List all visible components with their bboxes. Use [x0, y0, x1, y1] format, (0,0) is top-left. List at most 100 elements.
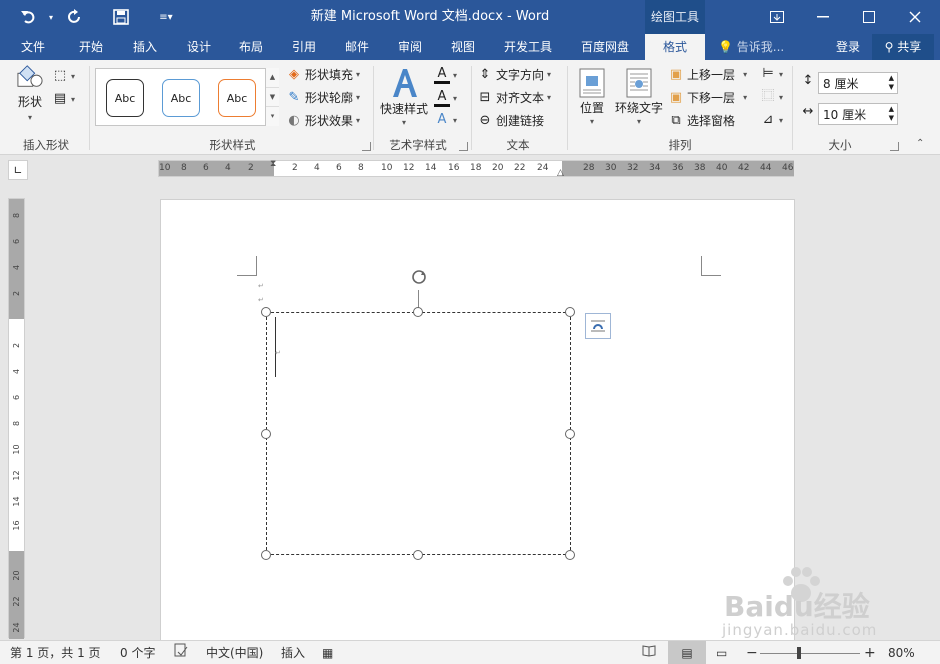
- indent-marker-icon[interactable]: ⧗: [270, 159, 276, 169]
- tab-file[interactable]: 文件: [10, 34, 56, 60]
- gallery-scroll[interactable]: ▲ ▼ ▾: [265, 68, 279, 126]
- shape-fill-label: 形状填充: [305, 68, 354, 82]
- ruler-tick-label: 10: [381, 163, 393, 173]
- zoom-slider[interactable]: [760, 653, 860, 654]
- shape-outline-button[interactable]: ✎ 形状轮廓 ▾: [286, 89, 360, 106]
- shape-style-swatch[interactable]: Abc: [218, 79, 256, 117]
- gallery-up-icon[interactable]: ▲: [266, 68, 279, 87]
- resize-handle[interactable]: [565, 550, 575, 560]
- dialog-launcher-icon[interactable]: [362, 142, 371, 151]
- tab-developer[interactable]: 开发工具: [496, 34, 560, 60]
- resize-handle[interactable]: [565, 307, 575, 317]
- tab-insert[interactable]: 插入: [120, 34, 170, 60]
- undo-icon[interactable]: [14, 0, 44, 34]
- customize-icon[interactable]: ≡▾: [156, 0, 176, 34]
- right-indent-icon[interactable]: △: [557, 168, 564, 178]
- selection-pane-button[interactable]: ⧉ 选择窗格: [668, 112, 735, 129]
- rotate-handle-icon[interactable]: [410, 268, 428, 286]
- page-count[interactable]: 第 1 页，共 1 页: [10, 641, 101, 664]
- proofing-icon[interactable]: [174, 641, 188, 664]
- ruler-tick-label: 4: [12, 368, 21, 375]
- minimize-icon[interactable]: [800, 0, 846, 34]
- ribbon-display-icon[interactable]: [754, 0, 800, 34]
- group-objects-button[interactable]: ⿴ ▾: [760, 89, 783, 105]
- tab-references[interactable]: 引用: [279, 34, 329, 60]
- share-button[interactable]: ⚲ 共享: [872, 34, 934, 60]
- collapse-ribbon-icon[interactable]: ⌃: [916, 138, 924, 149]
- tell-me-search[interactable]: 💡 告诉我...: [718, 34, 784, 60]
- resize-handle[interactable]: [261, 307, 271, 317]
- edit-shape-button[interactable]: ⬚ ▾: [52, 68, 75, 84]
- ruler-tick-label: 20: [492, 163, 504, 173]
- close-icon[interactable]: [892, 0, 938, 34]
- rotate-objects-button[interactable]: ⊿ ▾: [760, 112, 783, 128]
- tab-mailings[interactable]: 邮件: [332, 34, 382, 60]
- spin-arrows-icon[interactable]: ▲ ▼: [889, 105, 894, 123]
- restore-icon[interactable]: [846, 0, 892, 34]
- tab-baidu-netdisk[interactable]: 百度网盘: [572, 34, 638, 60]
- bring-forward-button[interactable]: ▣ 上移一层 ▾: [668, 66, 747, 83]
- shapes-button[interactable]: 形状 ▾: [10, 64, 50, 122]
- shape-fill-button[interactable]: ◈ 形状填充 ▾: [286, 66, 360, 83]
- resize-handle[interactable]: [565, 429, 575, 439]
- tab-selector[interactable]: ∟: [8, 160, 28, 180]
- text-direction-button[interactable]: ⇕ 文字方向 ▾: [477, 66, 551, 83]
- zoom-in-button[interactable]: +: [864, 641, 876, 664]
- wrap-text-button[interactable]: 环绕文字 ▾: [613, 64, 665, 130]
- save-icon[interactable]: [108, 0, 134, 34]
- gallery-more-icon[interactable]: ▾: [266, 106, 279, 124]
- resize-handle[interactable]: [261, 429, 271, 439]
- tab-home[interactable]: 开始: [66, 34, 116, 60]
- text-outline-button[interactable]: A ▾: [434, 89, 457, 107]
- tab-design[interactable]: 设计: [174, 34, 224, 60]
- web-layout-icon[interactable]: ▭: [716, 641, 727, 664]
- ruler-tick-label: 2: [292, 163, 298, 173]
- dialog-launcher-icon[interactable]: [890, 142, 899, 151]
- tab-review[interactable]: 审阅: [385, 34, 435, 60]
- create-link-button[interactable]: ⊖ 创建链接: [477, 112, 544, 129]
- send-backward-button[interactable]: ▣ 下移一层 ▾: [668, 89, 747, 106]
- position-button[interactable]: 位置 ▾: [575, 64, 609, 130]
- insert-mode[interactable]: 插入: [281, 641, 305, 664]
- gallery-down-icon[interactable]: ▼: [266, 87, 279, 106]
- text-box-button[interactable]: ▤ ▾: [52, 91, 75, 107]
- print-layout-icon[interactable]: ▤: [668, 641, 706, 664]
- language-label[interactable]: 中文(中国): [206, 641, 263, 664]
- resize-handle[interactable]: [261, 550, 271, 560]
- text-fill-button[interactable]: A ▾: [434, 66, 457, 84]
- ruler-tick-label: 38: [694, 163, 706, 173]
- macro-icon[interactable]: ▦: [322, 641, 333, 664]
- zoom-level[interactable]: 80%: [888, 641, 915, 664]
- text-effects-button[interactable]: A ▾: [434, 112, 457, 128]
- redo-icon[interactable]: [62, 0, 88, 34]
- login-button[interactable]: 登录: [828, 34, 868, 60]
- width-field[interactable]: 10 厘米 ▲ ▼: [818, 103, 898, 125]
- word-count[interactable]: 0 个字: [120, 641, 155, 664]
- align-objects-button[interactable]: ⊨ ▾: [760, 66, 783, 82]
- tab-format[interactable]: 格式: [645, 34, 705, 60]
- resize-handle[interactable]: [413, 307, 423, 317]
- person-icon: ⚲: [884, 40, 894, 54]
- quick-styles-button[interactable]: 快速样式 ▾: [378, 64, 430, 130]
- zoom-slider-thumb[interactable]: [797, 647, 801, 659]
- dialog-launcher-icon[interactable]: [459, 142, 468, 151]
- height-field[interactable]: 8 厘米 ▲ ▼: [818, 72, 898, 94]
- tab-view[interactable]: 视图: [438, 34, 488, 60]
- ruler-tick-label: 42: [738, 163, 750, 173]
- layout-options-icon[interactable]: [585, 313, 611, 339]
- resize-handle[interactable]: [413, 550, 423, 560]
- align-text-button[interactable]: ⊟ 对齐文本 ▾: [477, 89, 551, 106]
- zoom-out-button[interactable]: −: [746, 641, 758, 664]
- read-mode-icon[interactable]: [642, 641, 656, 664]
- ruler-tick-label: 6: [336, 163, 342, 173]
- spin-arrows-icon[interactable]: ▲ ▼: [889, 74, 894, 92]
- text-box-shape[interactable]: ↵: [266, 312, 571, 555]
- shape-style-swatch[interactable]: Abc: [162, 79, 200, 117]
- tab-layout[interactable]: 布局: [226, 34, 276, 60]
- shape-style-swatch[interactable]: Abc: [106, 79, 144, 117]
- vertical-ruler[interactable]: 8 6 4 2 2 4 6 8 10 12 14 16 20 22 24: [8, 198, 25, 639]
- shape-effects-button[interactable]: ◐ 形状效果 ▾: [286, 112, 360, 129]
- text-effects-icon: A: [437, 112, 447, 127]
- horizontal-ruler[interactable]: 10 8 6 4 2 2 4 6 8 10 12 14 16 18 20 22 24 28 30 32 34 36 38 40…: [158, 159, 794, 178]
- undo-dropdown-icon[interactable]: ▾: [44, 0, 58, 34]
